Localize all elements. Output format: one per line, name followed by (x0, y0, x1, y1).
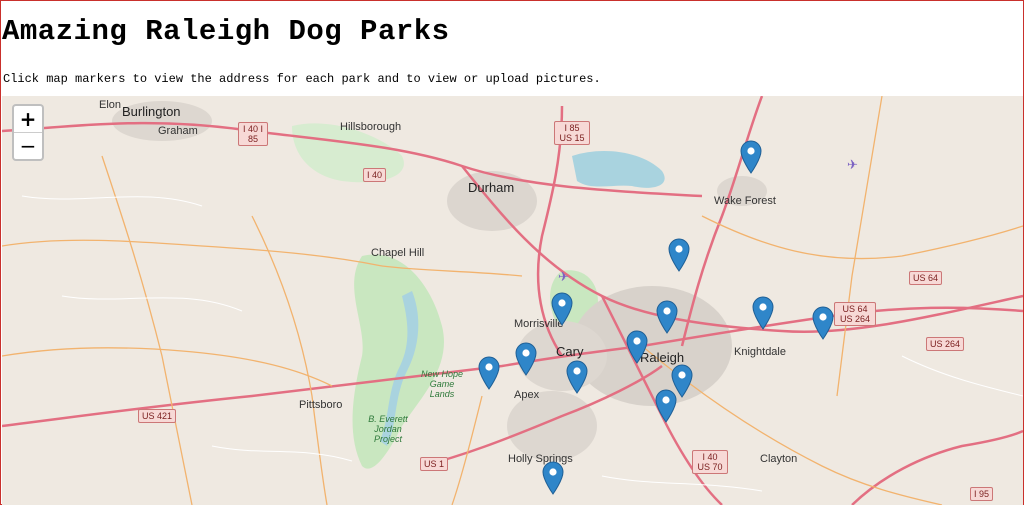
map-marker[interactable] (515, 342, 537, 376)
highway-shield: US 421 (138, 409, 177, 423)
highway-shield: US 64 (909, 271, 943, 285)
place-label: Knightdale (734, 346, 786, 358)
secondary-roads (2, 96, 1023, 505)
map-view[interactable]: Elon Burlington Graham Hillsborough Durh… (2, 96, 1023, 505)
instructions-text: Click map markers to view the address fo… (3, 72, 601, 86)
place-label: Graham (158, 125, 198, 137)
place-label: Burlington (122, 104, 181, 119)
map-tiles[interactable] (2, 96, 1023, 505)
place-label: Chapel Hill (371, 247, 425, 259)
highway-shield: US 1 (420, 457, 449, 471)
highway-shield: I 40 US 70 (692, 450, 728, 474)
place-label: Durham (468, 180, 515, 195)
place-label: Hillsborough (340, 121, 402, 133)
place-label: Elon (99, 99, 122, 111)
map-marker[interactable] (812, 306, 834, 340)
place-label: Cary (556, 344, 584, 359)
place-label: Apex (514, 389, 540, 401)
zoom-out-button[interactable]: − (14, 133, 42, 159)
highway-shield: US 264 (926, 337, 965, 351)
map-marker[interactable] (740, 140, 762, 174)
highways (2, 96, 1023, 505)
place-label: Wake Forest (714, 195, 776, 207)
map-marker[interactable] (668, 238, 690, 272)
falls-lake-water (572, 151, 665, 188)
airport-icon: ✈ (558, 269, 569, 284)
map-marker[interactable] (752, 296, 774, 330)
place-label: Pittsboro (299, 399, 343, 411)
map-marker[interactable] (656, 300, 678, 334)
park-label: B. Everett Jordan Project (368, 414, 408, 444)
zoom-in-button[interactable]: + (14, 106, 42, 133)
zoom-control: + − (12, 104, 44, 161)
map-marker[interactable] (551, 292, 573, 326)
highway-shield: I 40 (363, 168, 387, 182)
map-marker[interactable] (566, 360, 588, 394)
park-label: New Hope Game Lands (420, 369, 464, 399)
place-label: Clayton (760, 453, 798, 465)
highway-shield: I 95 (970, 487, 994, 501)
map-marker[interactable] (655, 389, 677, 423)
highway-shield: US 64 US 264 (834, 302, 876, 326)
map-marker[interactable] (478, 356, 500, 390)
highway-shield: I 85 US 15 (554, 121, 590, 145)
page-title: Amazing Raleigh Dog Parks (2, 15, 450, 48)
airport-icon: ✈ (847, 157, 858, 172)
highway-shield: I 40 I 85 (238, 122, 268, 146)
map-marker[interactable] (626, 330, 648, 364)
map-marker[interactable] (542, 461, 564, 495)
